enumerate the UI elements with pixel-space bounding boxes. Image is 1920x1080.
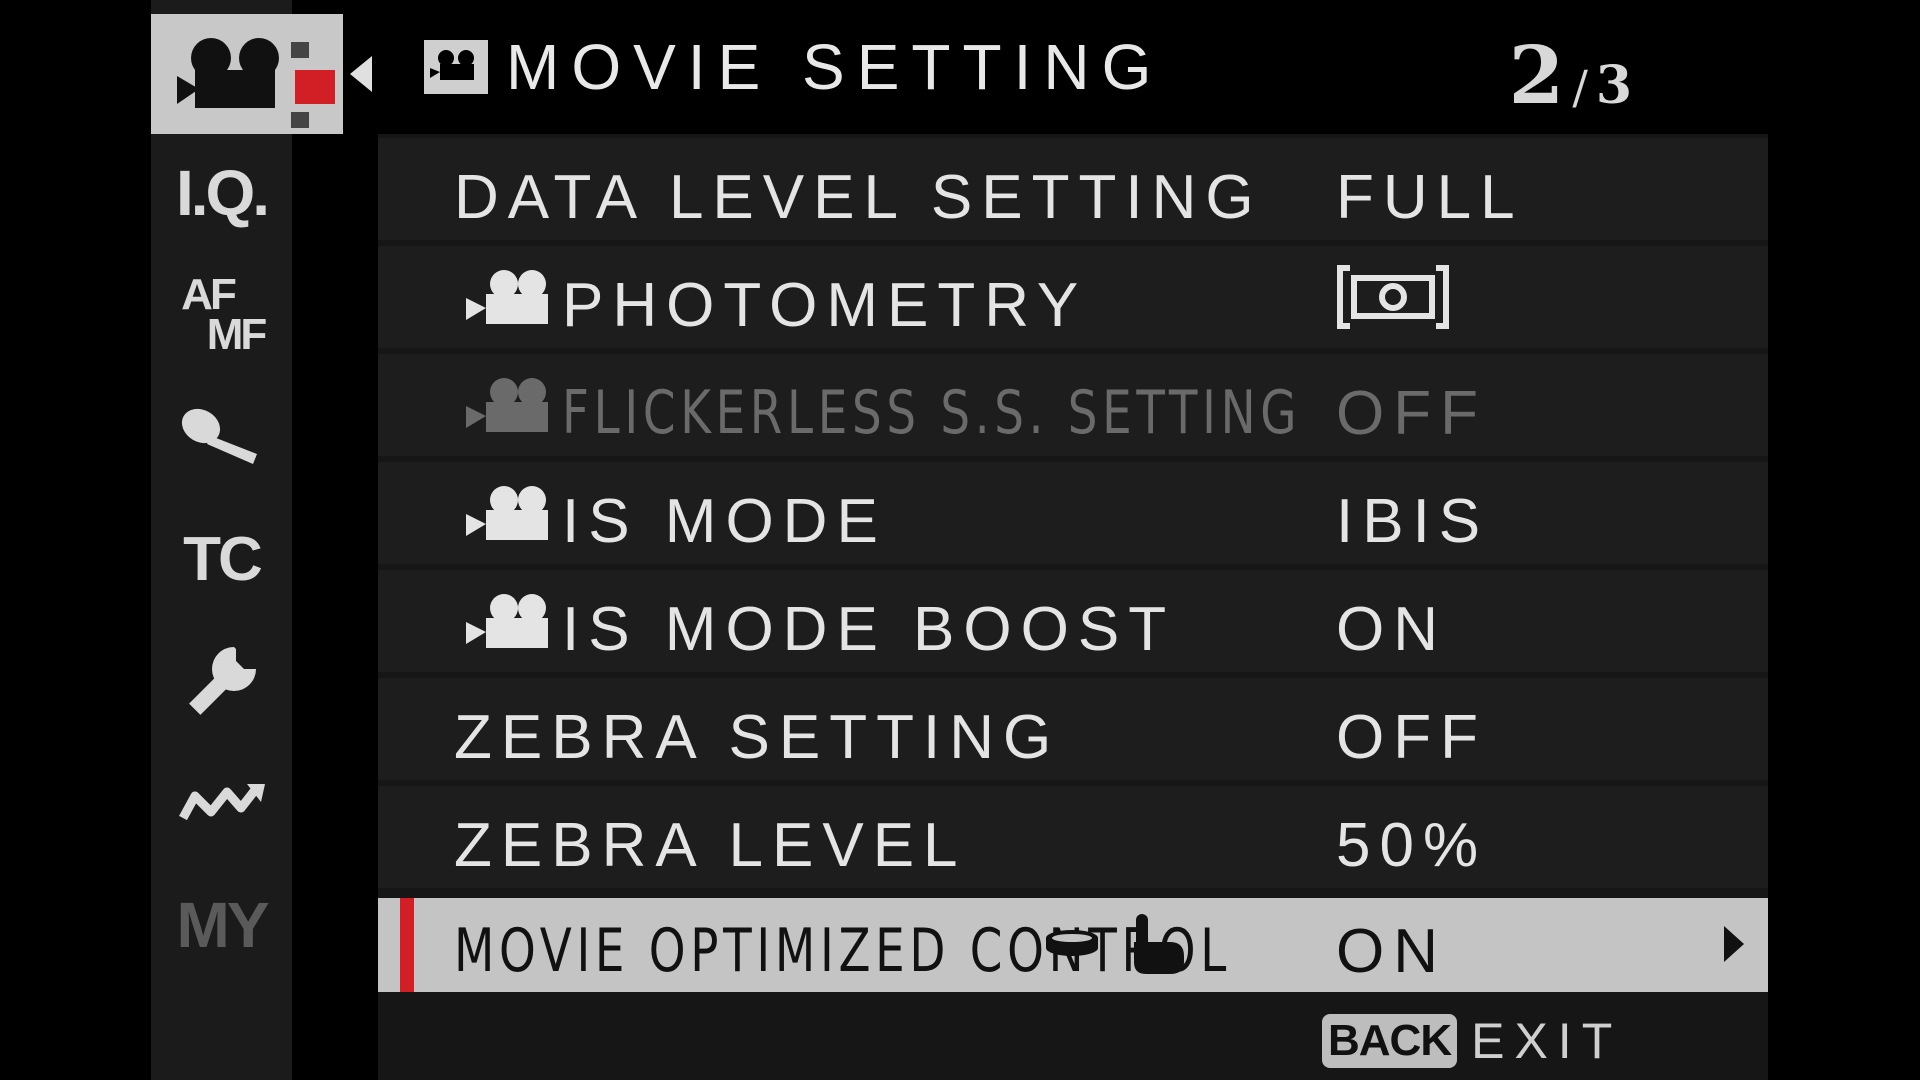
wrench-icon [188,647,256,715]
sidebar-item-image-quality[interactable]: I.Q. [151,134,292,252]
menu-row-label: MOVIE OPTIMIZED CONTROL [454,916,1232,986]
exit-label: EXIT [1471,1013,1623,1069]
sidebar-item-label-af: AF [181,270,237,319]
menu-row-label: ZEBRA SETTING [454,703,1061,772]
sidebar-item-audio[interactable] [151,378,292,496]
sidebar-gutter [292,134,378,1080]
menu-row-is-mode[interactable]: IS MODE IBIS [378,462,1768,564]
page-indicator: 2/3 [1509,28,1632,122]
sidebar-item-connection[interactable] [151,744,292,862]
sidebar-item-af-mf[interactable]: AF MF [151,256,292,374]
menu-row-value: FULL [1336,163,1524,232]
menu-header: MOVIE SETTING 2/3 [378,0,1768,134]
menu-row-zebra-level[interactable]: ZEBRA LEVEL 50% [378,786,1768,888]
sidebar-item-setup[interactable] [151,622,292,740]
movie-camera-icon [177,38,335,128]
touch-hand-icon [1134,914,1184,974]
chevron-right-icon [1724,926,1744,962]
menu-row-value: 50% [1336,811,1488,880]
movie-camera-icon [466,594,548,648]
menu-row-zebra-setting[interactable]: ZEBRA SETTING OFF [378,678,1768,780]
menu-row-label: ZEBRA LEVEL [454,811,967,880]
page-separator: / [1572,60,1588,114]
menu-row-label: FLICKERLESS S.S. SETTING [562,378,1302,448]
sidebar-item-timecode[interactable]: TC [151,500,292,618]
menu-row-label: DATA LEVEL SETTING [454,163,1263,232]
sidebar-item-label: MY [176,889,270,961]
menu-row-data-level-setting[interactable]: DATA LEVEL SETTING FULL [378,138,1768,240]
sidebar-item-label: TC [183,524,263,594]
page-title: MOVIE SETTING [506,31,1164,103]
sidebar-item-movie[interactable] [151,14,343,134]
menu-row-value: ON [1336,917,1447,986]
menu-row-photometry[interactable]: PHOTOMETRY [378,246,1768,348]
page-current: 2 [1508,28,1565,122]
menu-row-is-mode-boost[interactable]: IS MODE BOOST ON [378,570,1768,672]
footer-hint: BACK EXIT [1322,1010,1622,1072]
menu-row-flickerless-ss-setting: FLICKERLESS S.S. SETTING OFF [378,354,1768,456]
page-total: 3 [1595,55,1632,116]
movie-camera-icon [424,40,488,94]
menu-row-movie-optimized-control[interactable]: MOVIE OPTIMIZED CONTROL ON [378,898,1768,992]
menu-row-label: IS MODE BOOST [562,595,1176,664]
back-key-badge[interactable]: BACK [1322,1014,1458,1068]
selection-marker [400,898,414,992]
microphone-icon [181,408,257,464]
menu-row-value: OFF [1336,379,1487,448]
sidebar-item-my-menu[interactable]: MY [151,866,292,984]
photometry-multi-icon [1337,265,1449,329]
movie-camera-icon [466,378,548,432]
menu-row-label: IS MODE [562,487,887,556]
active-tab-arrow-icon [350,56,372,92]
menu-row-value: ON [1336,595,1447,664]
sidebar-item-label: I.Q. [175,157,270,229]
sidebar-item-label-mf: MF [206,310,268,359]
wave-arrow-icon [178,784,265,821]
menu-row-value: IBIS [1336,487,1490,556]
movie-camera-icon [466,270,548,324]
dial-icon [1046,930,1098,956]
movie-camera-icon [466,486,548,540]
menu-row-label: PHOTOMETRY [562,271,1088,340]
menu-row-value: OFF [1336,703,1487,772]
